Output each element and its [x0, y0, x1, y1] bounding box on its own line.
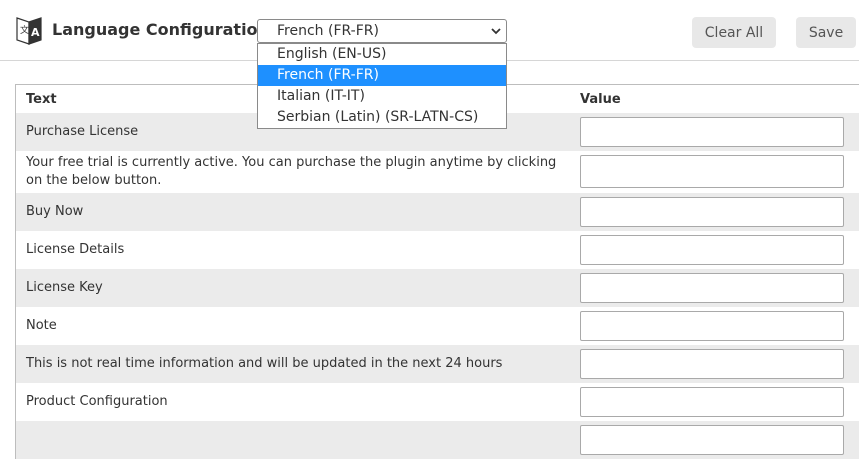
table-row: Note	[16, 307, 859, 345]
language-select-value: French (FR-FR)	[277, 23, 379, 39]
value-input[interactable]	[580, 425, 844, 455]
language-select[interactable]: French (FR-FR)	[257, 19, 507, 43]
table-row: License Details	[16, 231, 859, 269]
save-button[interactable]: Save	[796, 17, 856, 48]
value-input[interactable]	[580, 311, 844, 341]
language-option-it-it[interactable]: Italian (IT-IT)	[258, 86, 506, 107]
svg-text:文: 文	[20, 24, 29, 36]
table-row: License Key	[16, 269, 859, 307]
language-option-sr-latn-cs[interactable]: Serbian (Latin) (SR-LATN-CS)	[258, 107, 506, 128]
row-text: Buy Now	[26, 204, 84, 219]
translate-icon: 文 A	[16, 17, 42, 45]
table-row: Product Configuration	[16, 383, 859, 421]
value-input[interactable]	[580, 387, 844, 417]
value-input[interactable]	[580, 273, 844, 303]
row-text: License Details	[26, 242, 125, 257]
table-row: Buy Now	[16, 193, 859, 231]
row-text	[26, 421, 566, 459]
svg-text:A: A	[31, 26, 40, 39]
row-text: Your free trial is currently active. You…	[26, 155, 557, 188]
language-dropdown-list: English (EN-US) French (FR-FR) Italian (…	[257, 43, 507, 129]
row-text: Note	[26, 318, 57, 333]
value-input[interactable]	[580, 197, 844, 227]
clear-all-button[interactable]: Clear All	[692, 17, 776, 48]
table-row	[16, 421, 859, 459]
language-option-en-us[interactable]: English (EN-US)	[258, 44, 506, 65]
row-text: License Key	[26, 280, 103, 295]
value-input[interactable]	[580, 349, 844, 379]
table-row: Your free trial is currently active. You…	[16, 151, 859, 193]
row-text: Product Configuration	[26, 394, 168, 409]
column-header-text: Text	[26, 92, 57, 107]
language-option-fr-fr[interactable]: French (FR-FR)	[258, 65, 506, 86]
value-input[interactable]	[580, 235, 844, 265]
column-header-value: Value	[580, 92, 621, 107]
value-input[interactable]	[580, 117, 844, 147]
chevron-down-icon	[491, 28, 501, 35]
row-text: This is not real time information and wi…	[26, 356, 503, 371]
page-title: Language Configuration	[52, 20, 269, 39]
value-input[interactable]	[580, 155, 844, 188]
translation-table: Text Value Purchase License Your free tr…	[15, 84, 859, 459]
table-row: This is not real time information and wi…	[16, 345, 859, 383]
